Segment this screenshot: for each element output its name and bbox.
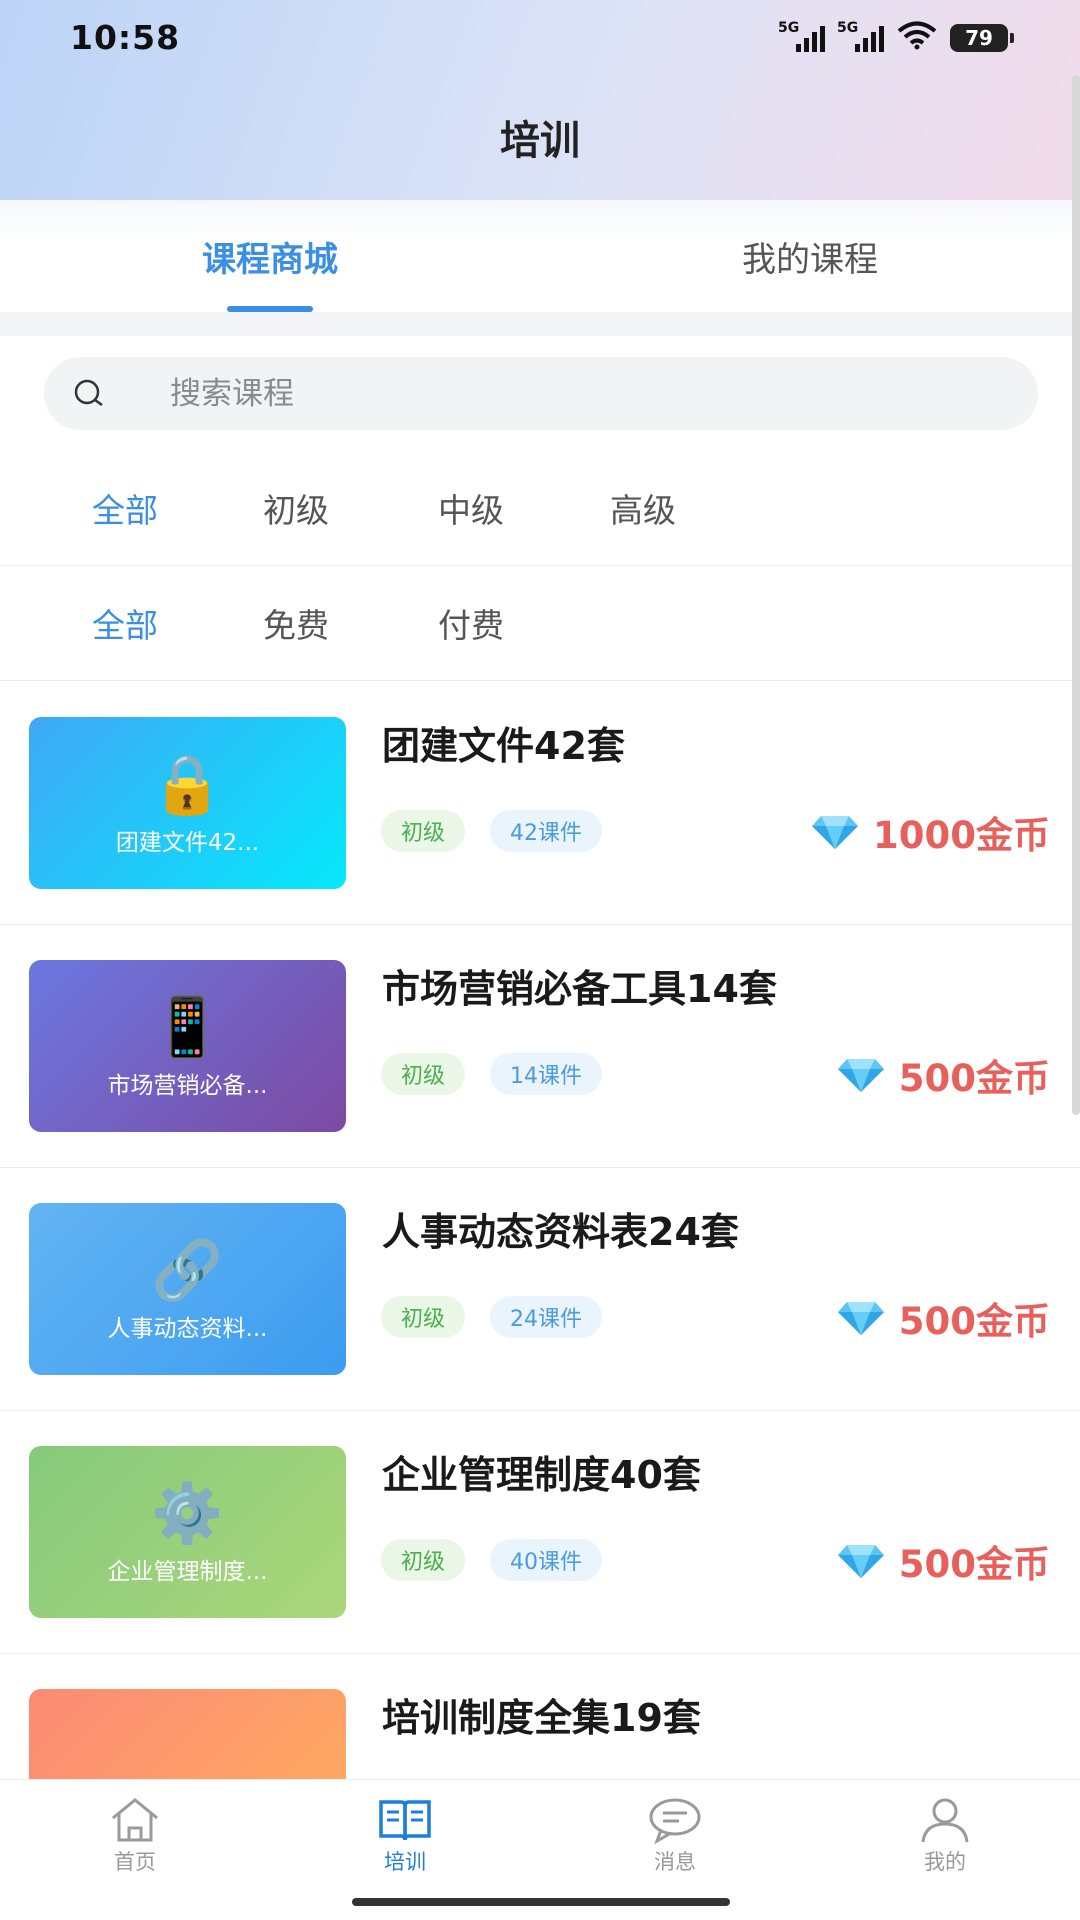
phone-icon: 📱 (151, 993, 224, 1061)
tab-label: 我的课程 (742, 239, 878, 280)
signal-label: 5G (778, 19, 800, 36)
home-icon (112, 1798, 158, 1842)
gear-icon: ⚙️ (151, 1479, 224, 1547)
price-amount: 500金币 (898, 1543, 1050, 1586)
lesson-count-tag: 24课件 (490, 1296, 602, 1338)
level-tag: 初级 (381, 1539, 466, 1581)
divider (0, 312, 1080, 336)
filter-level-intermediate[interactable]: 中级 (438, 484, 504, 532)
course-thumbnail: 🔗 人事动态资料... (29, 1203, 346, 1375)
course-price: 500金币 (837, 1534, 1050, 1588)
filter-price-all[interactable]: 全部 (92, 599, 158, 647)
filter-level-all[interactable]: 全部 (92, 484, 158, 532)
user-icon (921, 1798, 969, 1843)
nav-label: 培训 (384, 1850, 426, 1874)
link-icon: 🔗 (151, 1236, 224, 1304)
diamond-icon (812, 816, 859, 849)
search-bar[interactable] (44, 357, 1038, 430)
nav-profile[interactable]: 我的 (810, 1780, 1080, 1920)
lesson-count-tag: 40课件 (490, 1539, 602, 1581)
nav-home[interactable]: 首页 (0, 1780, 270, 1920)
course-card[interactable]: ⚙️ 企业管理制度... 企业管理制度40套 初级 40课件 500金币 (0, 1411, 1080, 1654)
level-tag: 初级 (381, 810, 466, 852)
chat-icon (649, 1798, 701, 1844)
lesson-count-tag: 42课件 (490, 810, 602, 852)
signal-label: 5G (837, 19, 859, 36)
course-card[interactable]: 🔒 团建文件42... 团建文件42套 初级 42课件 1000金币 (0, 682, 1080, 925)
nav-label: 首页 (114, 1850, 156, 1874)
course-title: 企业管理制度40套 (382, 1453, 701, 1497)
scrollbar[interactable] (1072, 75, 1080, 1115)
status-time: 10:58 (70, 18, 181, 57)
status-bar: 10:58 5G 5G 79 (0, 0, 1080, 75)
thumbnail-text: 企业管理制度... (107, 1559, 268, 1585)
lesson-count-tag: 14课件 (490, 1053, 602, 1095)
signal-icon: 5G (837, 20, 884, 52)
diamond-icon (837, 1545, 884, 1578)
tab-bar: 课程商城 我的课程 (0, 200, 1080, 312)
search-input[interactable] (170, 375, 970, 412)
filter-level-advanced[interactable]: 高级 (610, 484, 676, 532)
nav-label: 消息 (654, 1850, 696, 1874)
level-tag: 初级 (381, 1053, 466, 1095)
course-title: 市场营销必备工具14套 (382, 967, 777, 1011)
course-price: 500金币 (837, 1291, 1050, 1345)
tab-my-courses[interactable]: 我的课程 (540, 200, 1080, 312)
thumbnail-text: 人事动态资料... (107, 1316, 268, 1342)
page-title: 培训 (500, 118, 580, 164)
course-list: 🔒 团建文件42... 团建文件42套 初级 42课件 1000金币 📱 市场营… (0, 682, 1080, 1897)
price-amount: 1000金币 (873, 814, 1050, 857)
price-filter-row: 全部 免费 付费 (0, 566, 1080, 681)
filter-price-paid[interactable]: 付费 (438, 599, 504, 647)
nav-label: 我的 (924, 1850, 966, 1874)
course-thumbnail: 🔒 团建文件42... (29, 717, 346, 889)
course-card[interactable]: 📱 市场营销必备... 市场营销必备工具14套 初级 14课件 500金币 (0, 925, 1080, 1168)
course-title: 人事动态资料表24套 (382, 1210, 739, 1254)
signal-icon: 5G (778, 20, 825, 52)
tab-label: 课程商城 (202, 239, 338, 280)
course-card[interactable]: 🔗 人事动态资料... 人事动态资料表24套 初级 24课件 500金币 (0, 1168, 1080, 1411)
price-amount: 500金币 (898, 1300, 1050, 1343)
thumbnail-text: 团建文件42... (115, 830, 260, 856)
home-indicator (352, 1898, 730, 1906)
course-title: 培训制度全集19套 (382, 1696, 701, 1740)
tab-course-mall[interactable]: 课程商城 (0, 200, 540, 312)
thumbnail-text: 市场营销必备... (107, 1073, 268, 1099)
course-thumbnail: 📱 市场营销必备... (29, 960, 346, 1132)
wifi-icon (896, 20, 938, 56)
diamond-icon (837, 1302, 884, 1335)
filter-level-beginner[interactable]: 初级 (263, 484, 329, 532)
lock-icon: 🔒 (151, 750, 224, 818)
status-icons: 5G 5G 79 (778, 20, 1014, 56)
price-amount: 500金币 (898, 1057, 1050, 1100)
level-filter-row: 全部 初级 中级 高级 (0, 451, 1080, 566)
course-thumbnail: ⚙️ 企业管理制度... (29, 1446, 346, 1618)
book-icon (379, 1800, 431, 1841)
diamond-icon (837, 1059, 884, 1092)
search-icon (72, 377, 106, 411)
course-title: 团建文件42套 (382, 724, 625, 768)
level-tag: 初级 (381, 1296, 466, 1338)
filter-price-free[interactable]: 免费 (263, 599, 329, 647)
course-price: 500金币 (837, 1048, 1050, 1102)
battery-level: 79 (965, 25, 993, 50)
course-price: 1000金币 (811, 805, 1050, 859)
battery-icon: 79 (950, 23, 1014, 52)
